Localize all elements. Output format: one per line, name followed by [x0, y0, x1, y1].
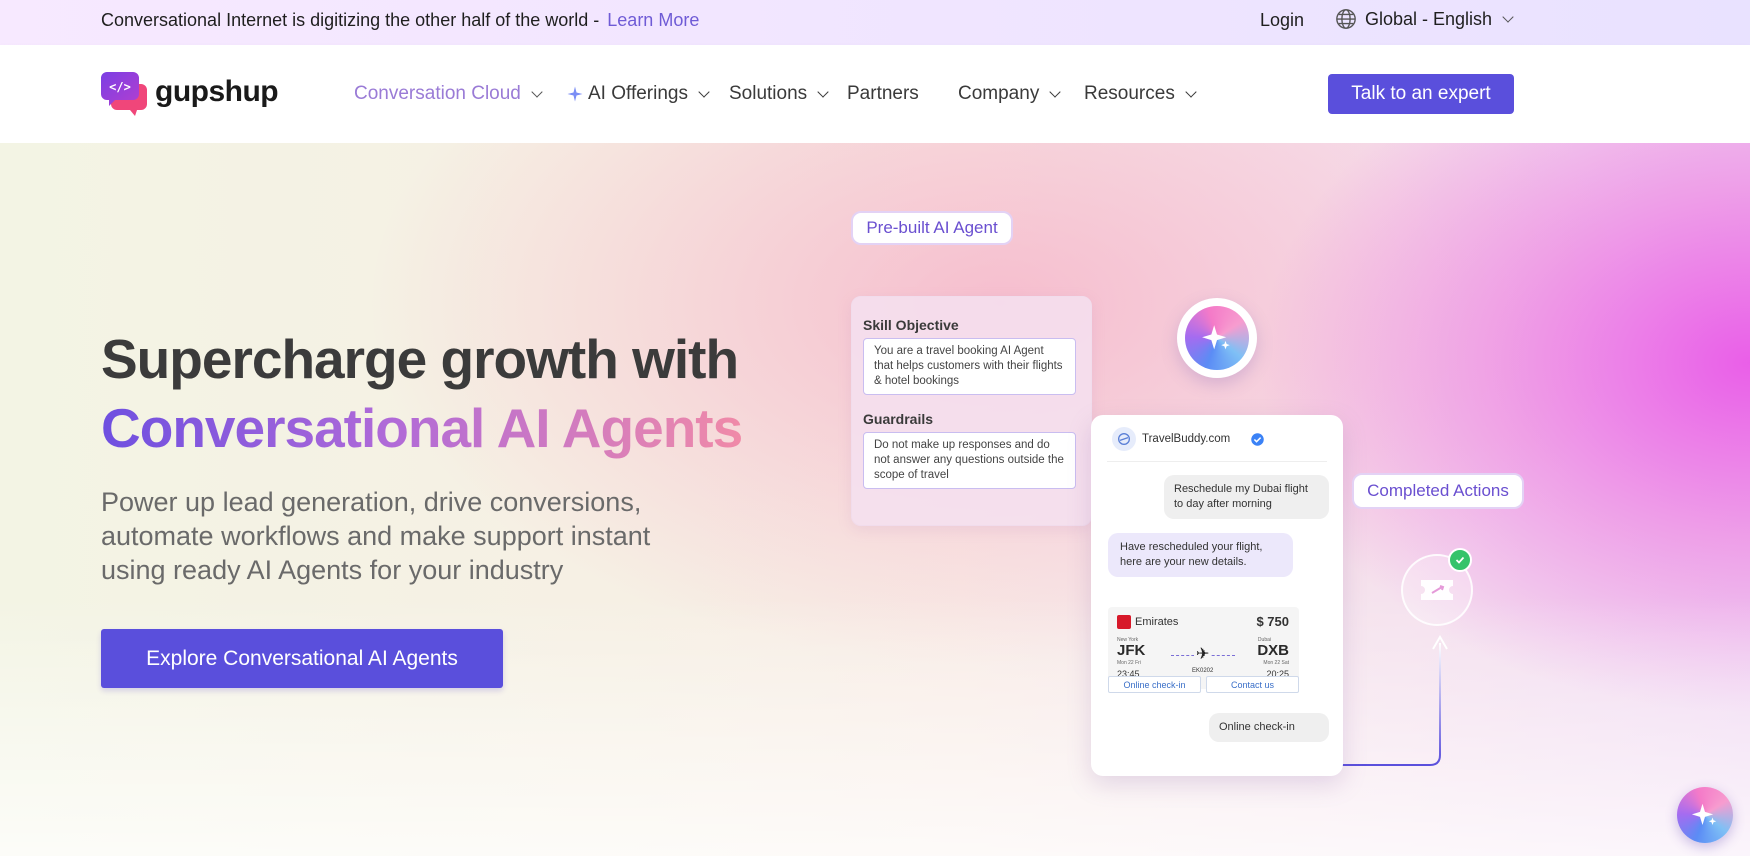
chat-brand-name: TravelBuddy.com: [1142, 433, 1231, 445]
chevron-down-icon: [1502, 10, 1514, 23]
skill-objective-text: You are a travel booking AI Agent that h…: [863, 338, 1076, 395]
success-check-icon: [1448, 548, 1472, 572]
completed-actions-pill: Completed Actions: [1352, 473, 1524, 509]
ai-orb: [1177, 298, 1257, 378]
nav-conversation-cloud[interactable]: Conversation Cloud: [354, 83, 543, 105]
skill-objective-title: Skill Objective: [863, 317, 959, 333]
origin-date: Mon 22 Fri: [1117, 660, 1141, 666]
sparkle-icon: [567, 86, 583, 102]
destination-code: DXB: [1257, 642, 1289, 659]
sparkle-icon: [1691, 803, 1717, 825]
ai-assistant-launcher[interactable]: [1677, 787, 1733, 843]
globe-icon: [1336, 9, 1356, 29]
brand-logo[interactable]: </> gupshup: [101, 70, 279, 116]
nav-partners[interactable]: Partners: [847, 83, 919, 105]
bot-message-1: Have rescheduled your flight, here are y…: [1108, 533, 1293, 577]
announcement-bar: Conversational Internet is digitizing th…: [0, 0, 1750, 45]
online-checkin-button[interactable]: Online check-in: [1108, 676, 1201, 693]
learn-more-link[interactable]: Learn More: [607, 10, 699, 30]
nav-label: Company: [958, 83, 1040, 104]
nav-label: AI Offerings: [588, 83, 688, 104]
chevron-down-icon: [531, 85, 543, 98]
prebuilt-agent-pill: Pre-built AI Agent: [851, 211, 1013, 245]
verified-badge-icon: [1251, 432, 1264, 446]
nav-label: Conversation Cloud: [354, 83, 521, 104]
hero-section: Supercharge growth with Conversational A…: [0, 143, 1750, 856]
travelbuddy-avatar-icon: [1112, 427, 1136, 451]
emirates-logo-icon: [1117, 615, 1131, 629]
chevron-down-icon: [817, 85, 829, 98]
nav-resources[interactable]: Resources: [1084, 83, 1197, 105]
plane-icon: ✈: [1194, 646, 1212, 664]
chevron-down-icon: [1185, 85, 1197, 98]
sparkle-orb-icon: [1185, 306, 1249, 370]
nav-ai-offerings[interactable]: AI Offerings: [566, 83, 710, 105]
flight-number: EK0202: [1192, 668, 1214, 674]
announcement-text: Conversational Internet is digitizing th…: [101, 10, 600, 30]
nav-label: Partners: [847, 83, 919, 104]
gupshup-logo-icon: </>: [101, 70, 149, 116]
agent-config-card: Skill Objective You are a travel booking…: [851, 296, 1092, 526]
ticket-price: $ 750: [1256, 614, 1289, 629]
chat-preview-phone: TravelBuddy.com Reschedule my Dubai flig…: [1091, 415, 1343, 776]
guardrails-title: Guardrails: [863, 411, 934, 427]
chat-divider: [1107, 461, 1327, 462]
chevron-down-icon: [1049, 85, 1061, 98]
svg-text:</>: </>: [109, 80, 131, 94]
airline: Emirates: [1117, 615, 1178, 629]
user-message-2: Online check-in: [1209, 713, 1329, 742]
brand-name: gupshup: [155, 75, 279, 108]
announcement-message: Conversational Internet is digitizing th…: [101, 10, 699, 31]
login-link[interactable]: Login: [1260, 10, 1304, 31]
destination-date: Mon 22 Sat: [1263, 660, 1289, 666]
airline-name: Emirates: [1135, 616, 1179, 628]
origin-code: JFK: [1117, 642, 1146, 659]
nav-label: Resources: [1084, 83, 1175, 104]
language-selector[interactable]: Global - English: [1335, 8, 1514, 30]
nav-label: Solutions: [729, 83, 808, 104]
user-message-1: Reschedule my Dubai flight to day after …: [1164, 475, 1329, 519]
chat-header: TravelBuddy.com: [1112, 427, 1265, 451]
nav-solutions[interactable]: Solutions: [729, 83, 829, 105]
site-header: </> gupshup Conversation Cloud AI Offeri…: [0, 45, 1750, 143]
contact-us-button[interactable]: Contact us: [1206, 676, 1299, 693]
talk-to-expert-button[interactable]: Talk to an expert: [1328, 74, 1514, 114]
language-label: Global - English: [1365, 8, 1493, 29]
guardrails-text: Do not make up responses and do not answ…: [863, 432, 1076, 489]
nav-company[interactable]: Company: [958, 83, 1061, 105]
chevron-down-icon: [698, 85, 710, 98]
